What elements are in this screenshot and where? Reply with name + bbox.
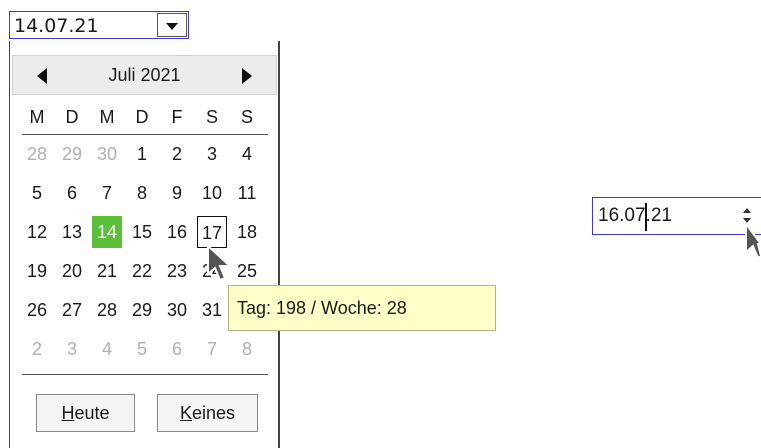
weekday-label: M — [99, 107, 115, 127]
spin-up-icon[interactable] — [743, 208, 751, 213]
today-button-mnemonic: H — [61, 403, 75, 423]
divider — [22, 374, 268, 375]
none-button-mnemonic: K — [179, 403, 192, 423]
weekday-label: D — [135, 107, 149, 127]
today-button-label: eute — [74, 403, 110, 423]
chevron-down-icon[interactable] — [157, 13, 187, 37]
day-cell[interactable]: 4 — [232, 138, 262, 170]
weekday-label: D — [65, 107, 79, 127]
day-cell[interactable]: 3 — [57, 333, 87, 365]
day-cell[interactable]: 30 — [92, 138, 122, 170]
day-cell[interactable]: 12 — [22, 216, 52, 248]
day-cell[interactable]: 23 — [162, 255, 192, 287]
day-cell[interactable]: 5 — [127, 333, 157, 365]
calendar-header: Juli 2021 — [12, 55, 277, 95]
day-cell[interactable]: 6 — [162, 333, 192, 365]
day-cell[interactable]: 2 — [162, 138, 192, 170]
day-cell[interactable]: 29 — [127, 294, 157, 326]
day-cell[interactable]: 27 — [57, 294, 87, 326]
day-cell[interactable]: 8 — [127, 177, 157, 209]
none-button[interactable]: Keines — [157, 394, 258, 432]
day-cell[interactable]: 3 — [197, 138, 227, 170]
day-cell[interactable]: 28 — [92, 294, 122, 326]
day-cell[interactable]: 1 — [127, 138, 157, 170]
day-cell[interactable]: 2 — [22, 333, 52, 365]
none-button-label: eines — [191, 403, 236, 423]
text-caret — [645, 203, 647, 231]
weekday-header-row: MDMDFSS — [10, 103, 279, 131]
day-cell[interactable]: 21 — [92, 255, 122, 287]
day-cell[interactable]: 13 — [57, 216, 87, 248]
day-cell-selected[interactable]: 14 — [92, 216, 122, 248]
day-cell[interactable]: 26 — [22, 294, 52, 326]
day-cell[interactable]: 20 — [57, 255, 87, 287]
month-title: Juli 2021 — [108, 65, 181, 85]
calendar-popup: Juli 2021 MDMDFSS 28 29 30 1 2 3 4 5 6 7 8 9 10 11 12 1… — [9, 41, 280, 448]
day-cell[interactable]: 11 — [232, 177, 262, 209]
day-cell[interactable]: 19 — [22, 255, 52, 287]
day-cell[interactable]: 4 — [92, 333, 122, 365]
date-field-value[interactable]: 14.07.21 — [14, 15, 99, 37]
mouse-pointer-icon — [745, 222, 761, 260]
divider — [22, 134, 268, 135]
day-cell[interactable]: 16 — [162, 216, 192, 248]
day-cell[interactable]: 6 — [57, 177, 87, 209]
spin-field-value[interactable]: 16.07.21 — [598, 205, 672, 227]
day-cell[interactable]: 28 — [22, 138, 52, 170]
day-cell[interactable]: 7 — [92, 177, 122, 209]
day-cell[interactable]: 9 — [162, 177, 192, 209]
day-cell[interactable]: 22 — [127, 255, 157, 287]
day-cell[interactable]: 8 — [232, 333, 262, 365]
day-cell[interactable]: 15 — [127, 216, 157, 248]
day-cell[interactable]: 10 — [197, 177, 227, 209]
day-cell[interactable]: 7 — [197, 333, 227, 365]
day-cell[interactable]: 29 — [57, 138, 87, 170]
triangle-right-icon[interactable] — [242, 68, 252, 84]
day-cell[interactable]: 30 — [162, 294, 192, 326]
date-field[interactable]: 14.07.21 — [9, 11, 189, 39]
weekday-label: F — [171, 107, 183, 127]
mouse-pointer-icon — [207, 244, 233, 282]
today-button[interactable]: Heute — [36, 394, 135, 432]
weekday-label: S — [205, 107, 218, 127]
weekday-label: M — [29, 107, 45, 127]
date-tooltip: Tag: 198 / Woche: 28 — [228, 285, 496, 331]
day-cell[interactable]: 31 — [197, 294, 227, 326]
weekday-label: S — [240, 107, 253, 127]
day-cell[interactable]: 5 — [22, 177, 52, 209]
